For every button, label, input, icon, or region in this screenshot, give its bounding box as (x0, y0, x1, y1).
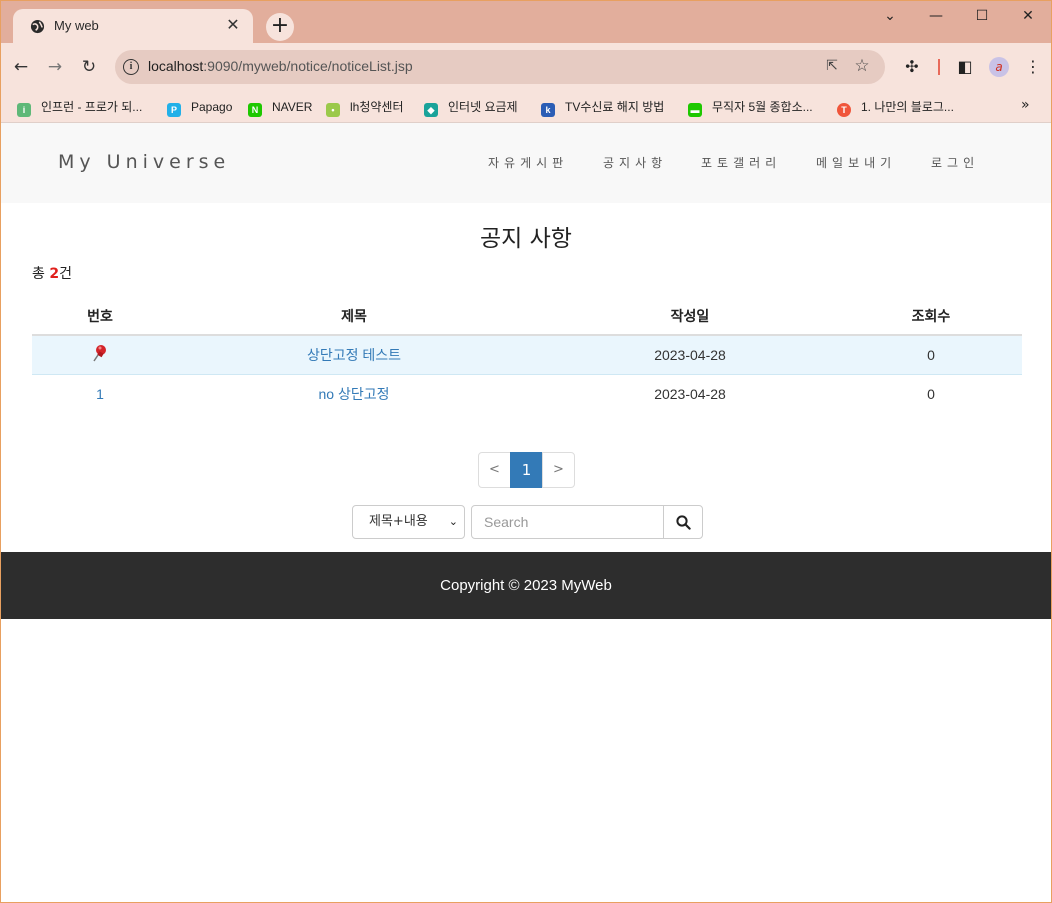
browser-window: My web ✕ + ⌄ — ☐ ✕ ← → ↻ i localhost:909… (0, 0, 1052, 903)
url-host: localhost (148, 58, 204, 74)
search-type-value: 제목+내용 (369, 514, 428, 529)
web-page: My Universe 자유게시판 공지사항 포토갤러리 메일보내기 로그인 공… (1, 123, 1051, 902)
naver-blog-icon: ▬ (688, 103, 702, 117)
header-views: 조회수 (840, 297, 1022, 336)
minimize-button[interactable]: — (913, 5, 959, 29)
table-row: 1 no 상단고정 2023-04-28 0 (32, 374, 1022, 413)
pagination-page-button[interactable]: 1 (510, 452, 543, 488)
tab-title: My web (54, 18, 99, 33)
back-arrow-icon[interactable]: ← (7, 53, 35, 81)
menu-send-mail[interactable]: 메일보내기 (816, 154, 896, 171)
kbs-icon: k (541, 103, 555, 117)
header-title: 제목 (168, 297, 540, 336)
menu-kebab-icon[interactable]: ⋮ (1023, 57, 1043, 77)
graduation-cap-icon: ◆ (424, 103, 438, 117)
browser-tab[interactable]: My web ✕ (13, 9, 253, 43)
site-footer: Copyright © 2023 MyWeb (1, 552, 1051, 619)
extensions-puzzle-icon[interactable]: ✣ (902, 57, 922, 77)
title-bar: My web ✕ + ⌄ — ☐ ✕ (1, 1, 1051, 43)
bookmark-label: 인프런 - 프로가 되... (41, 100, 143, 114)
forward-arrow-icon[interactable]: → (41, 53, 69, 81)
pagination: < 1 > (478, 452, 575, 488)
close-tab-icon[interactable]: ✕ (225, 17, 241, 33)
profile-avatar[interactable]: a (989, 57, 1009, 77)
menu-login[interactable]: 로그인 (931, 154, 979, 171)
bookmark-label: lh청약센터 (350, 100, 404, 114)
bookmark-label: TV수신료 해지 방법 (565, 100, 665, 114)
share-icon[interactable]: ⇱ (823, 58, 841, 76)
table-header-row: 번호 제목 작성일 조회수 (32, 297, 1022, 336)
pushpin-icon (93, 345, 106, 362)
total-count: 총 2건 (32, 263, 72, 283)
header-date: 작성일 (540, 297, 840, 336)
browser-toolbar: ← → ↻ i localhost:9090/myweb/notice/noti… (1, 43, 1051, 91)
pagination-next-button[interactable]: > (542, 452, 575, 488)
toolbar-divider (938, 59, 940, 75)
header-num: 번호 (32, 297, 168, 336)
site-brand[interactable]: My Universe (58, 151, 230, 173)
papago-icon: P (167, 103, 181, 117)
bookmark-item[interactable]: P Papago (167, 97, 232, 117)
pin-cell (32, 335, 168, 375)
bookmark-item[interactable]: T 1. 나만의 블로그... (837, 97, 954, 117)
bookmark-label: 무직자 5월 종합소... (712, 100, 813, 114)
page-title: 공지 사항 (480, 226, 572, 252)
bookmark-item[interactable]: k TV수신료 해지 방법 (541, 97, 664, 117)
row-num: 1 (96, 385, 104, 402)
url-text[interactable]: localhost:9090/myweb/notice/noticeList.j… (148, 58, 413, 74)
reload-icon[interactable]: ↻ (75, 53, 103, 81)
menu-notice[interactable]: 공지사항 (603, 154, 667, 171)
search-type-select[interactable]: 제목+내용 ⌄ (352, 505, 465, 539)
bookmark-label: 1. 나만의 블로그... (861, 100, 954, 114)
chevron-down-icon: ⌄ (448, 515, 458, 528)
total-count-number: 2 (49, 266, 60, 282)
bookmark-item[interactable]: ▬ 무직자 5월 종합소... (688, 97, 813, 117)
site-info-icon[interactable]: i (123, 59, 139, 75)
globe-icon (30, 19, 45, 34)
total-prefix: 총 (32, 266, 50, 282)
bookmark-star-icon[interactable]: ☆ (853, 56, 871, 76)
row-date: 2023-04-28 (654, 385, 726, 402)
row-views: 0 (840, 335, 1022, 375)
naver-icon: N (248, 103, 262, 117)
bookmark-label: Papago (191, 100, 233, 114)
new-tab-button[interactable]: + (266, 13, 294, 41)
tab-search-chevron-icon[interactable]: ⌄ (867, 5, 913, 29)
table-row: 상단고정 테스트 2023-04-28 0 (32, 335, 1022, 375)
total-suffix: 건 (59, 266, 72, 282)
bookmark-item[interactable]: ◆ 인터넷 요금제 (424, 97, 518, 117)
maximize-button[interactable]: ☐ (959, 5, 1005, 29)
bookmarks-more-icon[interactable]: » (1021, 97, 1030, 113)
lh-icon: • (326, 103, 340, 117)
bookmark-label: NAVER (272, 100, 313, 114)
url-path: :9090/myweb/notice/noticeList.jsp (203, 58, 413, 74)
row-title-link[interactable]: no 상단고정 (168, 374, 540, 413)
tistory-icon: T (837, 103, 851, 117)
inflearn-icon: i (17, 103, 31, 117)
menu-free-board[interactable]: 자유게시판 (488, 154, 568, 171)
address-bar[interactable]: i localhost:9090/myweb/notice/noticeList… (115, 50, 885, 84)
site-navbar: My Universe 자유게시판 공지사항 포토갤러리 메일보내기 로그인 (1, 123, 1051, 203)
row-views: 0 (927, 385, 935, 402)
row-date: 2023-04-28 (540, 335, 840, 375)
window-close-button[interactable]: ✕ (1005, 5, 1051, 29)
bookmark-label: 인터넷 요금제 (448, 100, 518, 114)
bookmark-item[interactable]: • lh청약센터 (326, 97, 404, 117)
row-title-link[interactable]: 상단고정 테스트 (168, 335, 540, 375)
search-button[interactable] (663, 505, 703, 539)
side-panel-icon[interactable]: ◧ (955, 57, 975, 77)
notice-table: 번호 제목 작성일 조회수 상단고정 테스트 2023-04-28 0 1 no… (32, 297, 1022, 413)
menu-photo-gallery[interactable]: 포토갤러리 (701, 154, 781, 171)
pagination-prev-button[interactable]: < (478, 452, 511, 488)
bookmark-item[interactable]: i 인프런 - 프로가 되... (17, 97, 142, 117)
search-icon (676, 515, 691, 530)
search-input[interactable]: Search (471, 505, 664, 539)
bookmarks-bar: i 인프런 - 프로가 되... P Papago N NAVER • lh청약센터 ◆… (1, 91, 1051, 123)
bookmark-item[interactable]: N NAVER (248, 97, 312, 117)
